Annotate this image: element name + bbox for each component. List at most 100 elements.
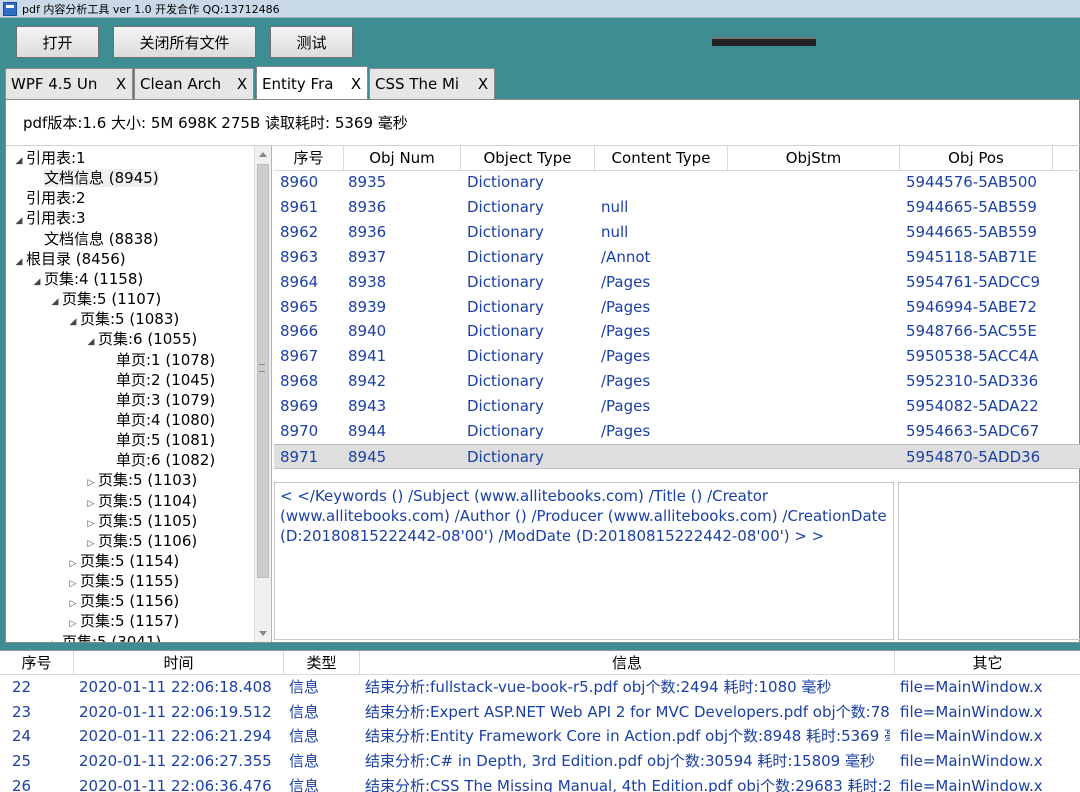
- log-row[interactable]: 26 2020-01-11 22:06:36.476 信息 结束分析:CSS The …: [0, 774, 1080, 792]
- close-icon[interactable]: X: [472, 75, 494, 93]
- tree-node[interactable]: 文档信息 (8945): [30, 168, 159, 188]
- table-cell: 8940: [348, 322, 387, 341]
- table-cell: 5945118-5AB71E: [906, 247, 1037, 266]
- table-row[interactable]: 8963 8937 Dictionary/Annot 5945118-5AB71E: [274, 245, 1080, 270]
- tree-node-label: 页集:5 (1107): [62, 290, 162, 309]
- tab-clean-arch[interactable]: Clean Arch X: [134, 68, 254, 99]
- column-header[interactable]: Object Type: [461, 146, 595, 171]
- log-panel: 序号 时间 类型 信息 其它 22 2020-01-11 22:06:18.408…: [0, 650, 1080, 792]
- close-icon[interactable]: X: [231, 75, 253, 93]
- log-column-header[interactable]: 其它: [895, 651, 1080, 675]
- log-column-header[interactable]: 类型: [284, 651, 360, 675]
- table-cell: 5944665-5AB559: [906, 197, 1037, 216]
- splitter-grip[interactable]: [712, 37, 816, 46]
- tree-node-label: 根目录 (8456): [26, 249, 126, 268]
- tree-node[interactable]: 文档信息 (8838): [30, 229, 159, 249]
- table-row[interactable]: 8971 8945 Dictionary 5954870-5ADD36: [274, 443, 1080, 469]
- tree-node[interactable]: ▷ 页集:5 (1105): [84, 511, 198, 531]
- pdf-info-text: pdf版本:1.6 大小: 5M 698K 275B 读取耗时: 5369 毫秒: [23, 114, 408, 132]
- table-row[interactable]: 8966 8940 Dictionary/Pages 5948766-5AC55E: [274, 319, 1080, 344]
- tree-node[interactable]: ▷ 页集:5 (1154): [66, 551, 180, 571]
- log-column-header[interactable]: 序号: [0, 651, 74, 675]
- log-cell: 24: [12, 727, 32, 746]
- close-icon[interactable]: X: [345, 75, 367, 93]
- table-row[interactable]: 8970 8944 Dictionary/Pages 5954663-5ADC67: [274, 419, 1080, 444]
- log-row[interactable]: 23 2020-01-11 22:06:19.512 信息 结束分析:Expert A…: [0, 700, 1080, 725]
- open-button[interactable]: 打开: [16, 26, 99, 58]
- tree-node[interactable]: ▷ 页集:5 (1104): [84, 491, 198, 511]
- tree-node[interactable]: ▷ 页集:5 (1156): [66, 591, 180, 611]
- expanded-arrow-icon[interactable]: ◢: [48, 292, 62, 312]
- table-row[interactable]: 8967 8941 Dictionary/Pages 5950538-5ACC4A: [274, 344, 1080, 369]
- tree-node[interactable]: ◢ 根目录 (8456): [12, 249, 126, 269]
- log-row[interactable]: 24 2020-01-11 22:06:21.294 信息 结束分析:Entity F…: [0, 724, 1080, 749]
- tree-node[interactable]: 单页:4 (1080): [102, 410, 215, 430]
- tree-node[interactable]: 单页:6 (1082): [102, 450, 215, 470]
- expanded-arrow-icon[interactable]: ◢: [12, 211, 26, 231]
- close-all-files-button[interactable]: 关闭所有文件: [113, 26, 256, 58]
- table-row[interactable]: 8968 8942 Dictionary/Pages 5952310-5AD336: [274, 369, 1080, 394]
- tree-node[interactable]: ◢ 引用表:1: [12, 148, 86, 168]
- expanded-arrow-icon[interactable]: ◢: [66, 312, 80, 332]
- tree-node[interactable]: ◢ 页集:5 (1083): [66, 309, 180, 332]
- column-header[interactable]: Content Type: [595, 146, 728, 171]
- close-icon[interactable]: X: [110, 75, 132, 93]
- log-cell: 信息: [289, 678, 320, 696]
- tree-node[interactable]: ◢ 页集:6 (1055): [84, 329, 198, 352]
- object-detail-side-panel[interactable]: [898, 482, 1080, 640]
- tree-node[interactable]: ▷页集:5 (3041): [48, 632, 162, 642]
- log-cell: 2020-01-11 22:06:36.476: [79, 776, 272, 792]
- table-cell: 8941: [348, 347, 387, 366]
- expanded-arrow-icon[interactable]: ◢: [30, 272, 44, 292]
- tab-wpf[interactable]: WPF 4.5 Un X: [5, 68, 133, 99]
- expanded-arrow-icon[interactable]: ◢: [12, 151, 26, 171]
- tree-node-label: 页集:5 (3041): [62, 632, 162, 642]
- column-header[interactable]: Obj Num: [344, 146, 461, 171]
- table-cell: /Pages: [601, 372, 651, 391]
- object-detail-text[interactable]: < </Keywords () /Subject (www.allitebook…: [274, 482, 894, 640]
- tab-entity-framework[interactable]: Entity Fra X: [256, 66, 368, 100]
- column-header[interactable]: 序号: [274, 146, 344, 171]
- tree-node[interactable]: 单页:3 (1079): [102, 390, 215, 410]
- table-cell: Dictionary: [467, 197, 544, 216]
- toolbar: 打开 关闭所有文件 测试: [0, 18, 1080, 66]
- tree-node-label: 引用表:2: [26, 189, 86, 208]
- tab-css-missing-manual[interactable]: CSS The Mi X: [369, 68, 495, 99]
- log-column-header[interactable]: 时间: [74, 651, 284, 675]
- table-row[interactable]: 8969 8943 Dictionary/Pages 5954082-5ADA22: [274, 394, 1080, 419]
- table-row[interactable]: 8960 8935 Dictionary 5944576-5AB500: [274, 170, 1080, 195]
- tree-node[interactable]: 引用表:2: [12, 188, 86, 208]
- scroll-down-icon[interactable]: [259, 631, 267, 636]
- test-button[interactable]: 测试: [270, 26, 353, 58]
- column-header[interactable]: Obj Pos: [900, 146, 1053, 171]
- expanded-arrow-icon[interactable]: ◢: [12, 252, 26, 272]
- tree-node[interactable]: ▷ 页集:5 (1155): [66, 571, 180, 591]
- table-cell: 5954761-5ADCC9: [906, 272, 1041, 291]
- table-row[interactable]: 8961 8936 Dictionary null 5944665-5AB559: [274, 195, 1080, 220]
- table-cell: null: [601, 197, 629, 216]
- tree-node[interactable]: 单页:2 (1045): [102, 370, 215, 390]
- collapsed-arrow-icon[interactable]: ▷: [48, 635, 62, 642]
- tree-node[interactable]: ◢ 页集:4 (1158): [30, 269, 144, 292]
- expanded-arrow-icon[interactable]: ◢: [84, 332, 98, 352]
- tree-node[interactable]: ◢ 页集:5 (1107): [48, 289, 162, 312]
- tree-node[interactable]: ▷ 页集:5 (1157): [66, 611, 180, 631]
- object-table-header: 序号 Obj Num Object Type Content Type ObjS…: [274, 146, 1080, 171]
- log-column-header[interactable]: 信息: [360, 651, 895, 675]
- log-cell: 25: [12, 752, 32, 771]
- table-row[interactable]: 8962 8936 Dictionary null 5944665-5AB559: [274, 220, 1080, 245]
- tree-node[interactable]: 单页:1 (1078): [102, 350, 215, 370]
- tree-node[interactable]: ◢ 引用表:3: [12, 208, 86, 228]
- tree-scrollbar[interactable]: [254, 146, 271, 642]
- scroll-up-icon[interactable]: [259, 152, 267, 157]
- log-row[interactable]: 22 2020-01-11 22:06:18.408 信息 结束分析:fullstac…: [0, 675, 1080, 700]
- tree-node[interactable]: ▷ 页集:5 (1103): [84, 470, 198, 490]
- log-row[interactable]: 25 2020-01-11 22:06:27.355 信息 结束分析:C# in De…: [0, 749, 1080, 774]
- table-row[interactable]: 8965 8939 Dictionary/Pages 5946994-5ABE72: [274, 295, 1080, 320]
- tree-node[interactable]: 单页:5 (1081): [102, 430, 215, 450]
- tree-node-label: 单页:4 (1080): [116, 410, 216, 429]
- app-icon: [3, 1, 17, 16]
- table-row[interactable]: 8964 8938 Dictionary/Pages 5954761-5ADCC9: [274, 270, 1080, 295]
- column-header[interactable]: ObjStm: [728, 146, 900, 171]
- tree-node[interactable]: ▷ 页集:5 (1106): [84, 531, 198, 551]
